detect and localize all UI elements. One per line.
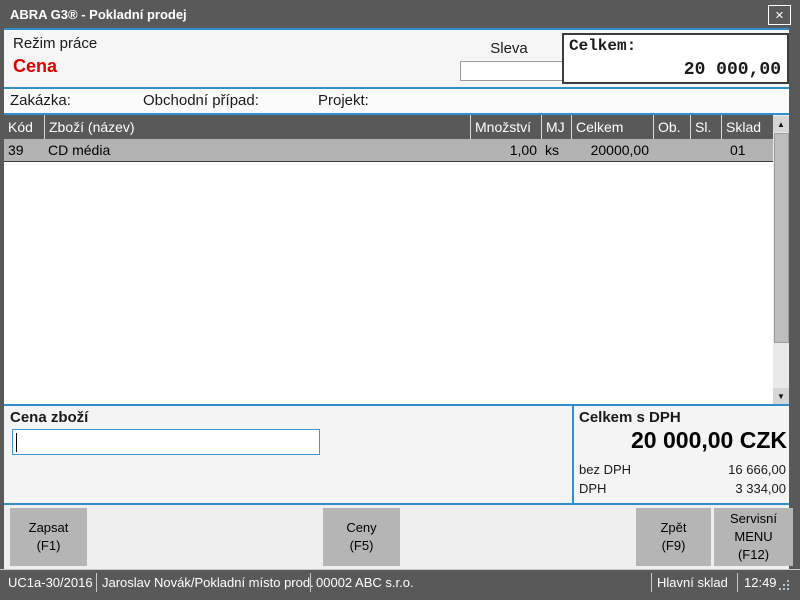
app-window: ABRA G3® - Pokladní prodej ✕ Režim práce… (0, 0, 800, 600)
scroll-down-button[interactable]: ▼ (773, 388, 789, 404)
column-header-kod[interactable]: Kód (4, 115, 44, 139)
business-case-label: Obchodní případ: (143, 92, 259, 109)
item-price-input[interactable] (12, 429, 320, 455)
project-label: Projekt: (318, 92, 369, 109)
discount-input[interactable] (460, 61, 564, 81)
close-icon: ✕ (775, 9, 784, 22)
status-separator (651, 573, 652, 592)
total-with-vat-label: Celkem s DPH (579, 409, 681, 426)
row-cell-kod: 39 (4, 139, 44, 161)
column-header-nazev[interactable]: Zboží (název) (44, 115, 470, 139)
order-label: Zakázka: (10, 92, 71, 109)
function-button-bar: Zapsat (F1) Ceny (F5) Zpět (F9) Servisní… (4, 505, 789, 569)
prices-button-label: Ceny (346, 519, 376, 537)
discount-label: Sleva (460, 40, 558, 57)
work-mode-label: Režim práce (13, 35, 97, 52)
item-price-label: Cena zboží (10, 409, 88, 426)
items-table-body: 39 CD média 1,00 ks 20000,00 01 (4, 139, 773, 404)
total-display: Celkem: 20 000,00 (562, 33, 789, 84)
status-warehouse: Hlavní sklad (657, 575, 728, 590)
scroll-up-icon: ▲ (777, 120, 785, 129)
scroll-up-button[interactable]: ▲ (773, 116, 789, 132)
column-header-sklad[interactable]: Sklad (721, 115, 773, 139)
title-bar: ABRA G3® - Pokladní prodej ✕ (0, 0, 800, 28)
entry-and-totals-panel: Cena zboží Celkem s DPH 20 000,00 CZK be… (4, 406, 789, 503)
status-separator (310, 573, 311, 592)
total-value: 20 000,00 (684, 60, 781, 80)
column-header-celkem[interactable]: Celkem (571, 115, 653, 139)
status-bar: UC1a-30/2016 Jaroslav Novák/Pokladní mís… (0, 569, 800, 596)
column-header-mnozstvi[interactable]: Množství (470, 115, 541, 139)
back-button-label: Zpět (660, 519, 686, 537)
status-user: Jaroslav Novák/Pokladní místo prod. (102, 575, 314, 590)
items-table-header: Kód Zboží (název) Množství MJ Celkem Ob.… (4, 115, 773, 139)
table-row-selected[interactable]: 39 CD média 1,00 ks 20000,00 01 (4, 139, 773, 162)
row-cell-ob (653, 139, 690, 161)
save-button[interactable]: Zapsat (F1) (10, 508, 87, 566)
table-scrollbar[interactable]: ▲ ▼ (773, 115, 789, 404)
row-cell-mj: ks (541, 139, 571, 161)
total-label: Celkem: (569, 37, 636, 55)
status-company: 00002 ABC s.r.o. (316, 575, 414, 590)
scrollbar-thumb[interactable] (774, 133, 789, 343)
without-vat-label: bez DPH (579, 462, 631, 477)
status-time: 12:49 (744, 575, 777, 590)
column-header-mj[interactable]: MJ (541, 115, 571, 139)
status-document: UC1a-30/2016 (8, 575, 93, 590)
row-cell-sklad: 01 (721, 139, 773, 161)
work-mode-value: Cena (13, 56, 57, 77)
back-button[interactable]: Zpět (F9) (636, 508, 711, 566)
resize-grip-icon[interactable] (779, 580, 781, 582)
vat-value: 3 334,00 (735, 481, 786, 496)
context-row: Zakázka: Obchodní případ: Projekt: (4, 89, 789, 113)
column-header-ob[interactable]: Ob. (653, 115, 690, 139)
save-button-key: (F1) (37, 537, 61, 555)
mode-panel: Režim práce Cena Sleva Celkem: 20 000,00 (4, 30, 789, 87)
save-button-label: Zapsat (29, 519, 69, 537)
window-title: ABRA G3® - Pokladní prodej (0, 7, 187, 22)
close-button[interactable]: ✕ (768, 5, 791, 25)
column-header-sl[interactable]: Sl. (690, 115, 721, 139)
service-menu-line2: MENU (734, 528, 772, 546)
row-cell-nazev: CD média (44, 139, 470, 161)
row-cell-mnozstvi: 1,00 (470, 139, 541, 161)
prices-button[interactable]: Ceny (F5) (323, 508, 400, 566)
back-button-key: (F9) (662, 537, 686, 555)
status-separator (737, 573, 738, 592)
scroll-down-icon: ▼ (777, 392, 785, 401)
without-vat-value: 16 666,00 (728, 462, 786, 477)
service-menu-button[interactable]: Servisní MENU (F12) (714, 508, 793, 566)
prices-button-key: (F5) (350, 537, 374, 555)
service-menu-line1: Servisní (730, 510, 777, 528)
row-cell-celkem: 20000,00 (571, 139, 653, 161)
vat-label: DPH (579, 481, 606, 496)
row-cell-sl (690, 139, 721, 161)
text-caret (16, 433, 17, 452)
total-with-vat-value: 20 000,00 CZK (631, 427, 787, 454)
service-menu-key: (F12) (738, 546, 769, 564)
panel-divider (572, 406, 574, 503)
status-separator (96, 573, 97, 592)
